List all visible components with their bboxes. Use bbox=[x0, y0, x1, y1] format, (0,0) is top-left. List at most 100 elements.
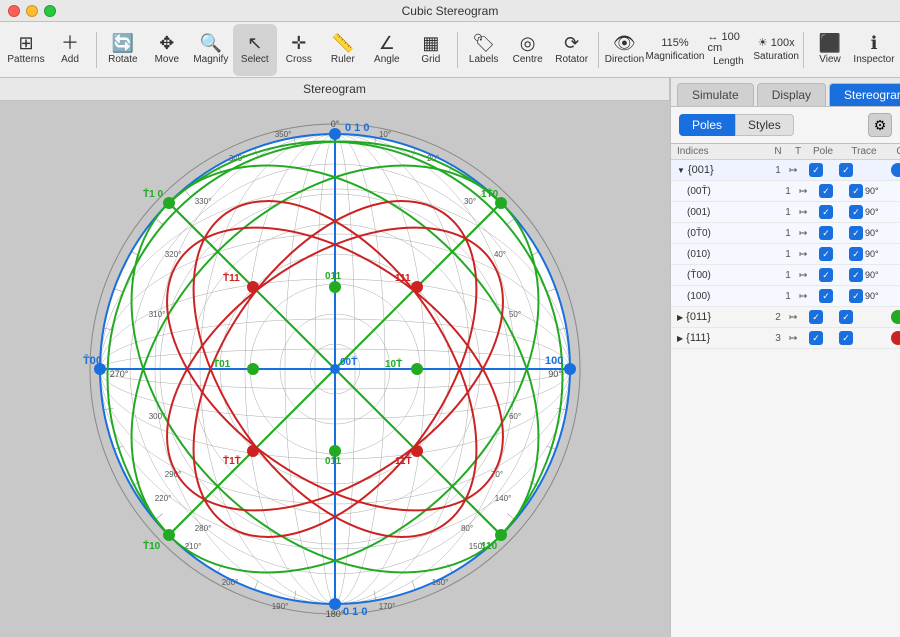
select-icon: ↖ bbox=[247, 34, 262, 52]
svg-text:280°: 280° bbox=[195, 524, 212, 533]
tool-ruler[interactable]: 📏 Ruler bbox=[321, 24, 365, 76]
svg-text:T̄1 0: T̄1 0 bbox=[143, 188, 163, 200]
svg-text:60°: 60° bbox=[509, 412, 521, 421]
tab-display[interactable]: Display bbox=[757, 83, 826, 106]
svg-text:T̄1T̄: T̄1T̄ bbox=[223, 455, 241, 467]
svg-text:270°: 270° bbox=[110, 369, 129, 379]
tool-rotator[interactable]: ⟳ Rotator bbox=[550, 24, 594, 76]
col-pole: Pole bbox=[809, 146, 837, 157]
svg-text:0 1 0: 0 1 0 bbox=[343, 606, 367, 618]
titlebar: Cubic Stereogram bbox=[0, 0, 900, 22]
table-row[interactable]: (0T̄0) 1 ↦ ✓ ✓ 90° ✓ bbox=[671, 223, 900, 244]
tool-label: Move bbox=[155, 54, 179, 65]
trace-check-001[interactable]: ✓ bbox=[839, 163, 853, 177]
svg-text:0 1 0: 0 1 0 bbox=[345, 122, 369, 134]
table-row[interactable]: (100) 1 ↦ ✓ ✓ 90° ✓ bbox=[671, 286, 900, 307]
tool-add[interactable]: ＋ Add bbox=[48, 24, 92, 76]
svg-text:11T̄: 11T̄ bbox=[395, 455, 412, 467]
tab-stereogram[interactable]: Stereogram bbox=[829, 83, 900, 106]
minimize-button[interactable] bbox=[26, 5, 38, 17]
svg-text:1T̄0: 1T̄0 bbox=[481, 188, 499, 200]
magnify-icon: 🔍 bbox=[200, 34, 222, 52]
tool-label: Labels bbox=[469, 54, 498, 65]
tool-view[interactable]: ⬛ View bbox=[808, 24, 852, 76]
table-row[interactable]: (T̄00) 1 ↦ ✓ ✓ 90° ✓ bbox=[671, 265, 900, 286]
table-row[interactable]: (010) 1 ↦ ✓ ✓ 90° ✓ bbox=[671, 244, 900, 265]
tool-label: Grid bbox=[421, 54, 440, 65]
tool-label: View bbox=[819, 54, 841, 65]
svg-text:180°: 180° bbox=[326, 609, 345, 619]
direction-icon: 👁 bbox=[613, 34, 636, 52]
tool-rotate[interactable]: 🔄 Rotate bbox=[101, 24, 145, 76]
inspector-icon: ℹ bbox=[871, 34, 878, 52]
stereogram-canvas[interactable]: 0° 90° 180° 270° 10° 20° 30° 40° 50° 60°… bbox=[0, 101, 670, 637]
row-label-001: ▼ {001} bbox=[677, 164, 767, 176]
tool-saturation[interactable]: ☀ 100x Saturation bbox=[753, 24, 799, 76]
svg-text:30°: 30° bbox=[464, 197, 476, 206]
svg-text:T̄10: T̄10 bbox=[143, 540, 161, 552]
move-icon: ✥ bbox=[159, 34, 174, 52]
close-button[interactable] bbox=[8, 5, 20, 17]
tool-direction[interactable]: 👁 Direction bbox=[602, 24, 646, 76]
svg-text:40°: 40° bbox=[494, 250, 506, 259]
sub-tab-poles[interactable]: Poles bbox=[679, 114, 735, 136]
magnification-icon: 115% bbox=[661, 38, 688, 49]
svg-text:T̄01: T̄01 bbox=[213, 358, 231, 370]
table-row[interactable]: (00T̄) 1 ↦ ✓ ✓ 90° ✓ bbox=[671, 181, 900, 202]
toolbar: ⊞ Patterns ＋ Add 🔄 Rotate ✥ Move 🔍 Magni… bbox=[0, 22, 900, 78]
table-row[interactable]: ▶ {111} 3 ↦ ✓ ✓ ✓ bbox=[671, 328, 900, 349]
pole-check-001[interactable]: ✓ bbox=[809, 163, 823, 177]
length-icon: ↔ 100 cm bbox=[708, 32, 750, 54]
svg-text:011: 011 bbox=[325, 456, 342, 467]
trace-check-sub1[interactable]: ✓ bbox=[849, 184, 863, 198]
pole-check-sub1[interactable]: ✓ bbox=[819, 184, 833, 198]
view-icon: ⬛ bbox=[819, 34, 841, 52]
svg-text:320°: 320° bbox=[165, 250, 182, 259]
tool-label: Add bbox=[61, 54, 79, 65]
tool-patterns[interactable]: ⊞ Patterns bbox=[4, 24, 48, 76]
tool-magnify[interactable]: 🔍 Magnify bbox=[189, 24, 233, 76]
tool-label: Centre bbox=[513, 54, 543, 65]
svg-text:140°: 140° bbox=[495, 494, 512, 503]
tool-labels[interactable]: 🏷 Labels bbox=[462, 24, 506, 76]
sep4 bbox=[803, 32, 804, 68]
tool-length[interactable]: ↔ 100 cm Length bbox=[704, 24, 754, 76]
cross-icon: ✛ bbox=[291, 34, 306, 52]
maximize-button[interactable] bbox=[44, 5, 56, 17]
table-row[interactable]: ▶ {011} 2 ↦ ✓ ✓ ✓ bbox=[671, 307, 900, 328]
sep2 bbox=[457, 32, 458, 68]
tool-select[interactable]: ↖ Select bbox=[233, 24, 277, 76]
col-indices: Indices bbox=[677, 146, 767, 157]
panel-sub-tabs: Poles Styles ⚙ bbox=[671, 107, 900, 144]
tool-label: Magnification bbox=[646, 51, 705, 62]
sep3 bbox=[598, 32, 599, 68]
tool-label: Length bbox=[713, 56, 744, 67]
tool-cross[interactable]: ✛ Cross bbox=[277, 24, 321, 76]
tool-label: Select bbox=[241, 54, 269, 65]
svg-text:80°: 80° bbox=[461, 524, 473, 533]
sub-tab-styles[interactable]: Styles bbox=[735, 114, 794, 136]
tool-label: Ruler bbox=[331, 54, 355, 65]
tool-grid[interactable]: ▦ Grid bbox=[409, 24, 453, 76]
col-n: N bbox=[769, 146, 787, 157]
tool-move[interactable]: ✥ Move bbox=[145, 24, 189, 76]
tool-label: Rotator bbox=[555, 54, 588, 65]
svg-text:310°: 310° bbox=[149, 310, 166, 319]
svg-text:10T̄: 10T̄ bbox=[385, 358, 402, 370]
color-dot-001[interactable] bbox=[891, 163, 900, 177]
table-row[interactable]: (001) 1 ↦ ✓ ✓ 90° ✓ bbox=[671, 202, 900, 223]
tool-magnification[interactable]: 115% Magnification bbox=[646, 24, 703, 76]
tool-centre[interactable]: ◎ Centre bbox=[506, 24, 550, 76]
svg-text:90°: 90° bbox=[548, 369, 562, 379]
rotate-icon: 🔄 bbox=[112, 34, 134, 52]
svg-text:T̄11: T̄11 bbox=[223, 272, 240, 284]
tab-simulate[interactable]: Simulate bbox=[677, 83, 754, 106]
table-row[interactable]: ▼ {001} 1 ↦ ✓ ✓ ✓ bbox=[671, 160, 900, 181]
svg-text:330°: 330° bbox=[195, 197, 212, 206]
tool-label: Magnify bbox=[193, 54, 228, 65]
tool-angle[interactable]: ∠ Angle bbox=[365, 24, 409, 76]
gear-button[interactable]: ⚙ bbox=[868, 113, 892, 137]
tool-inspector[interactable]: ℹ Inspector bbox=[852, 24, 896, 76]
add-icon: ＋ bbox=[61, 34, 79, 52]
sep1 bbox=[96, 32, 97, 68]
